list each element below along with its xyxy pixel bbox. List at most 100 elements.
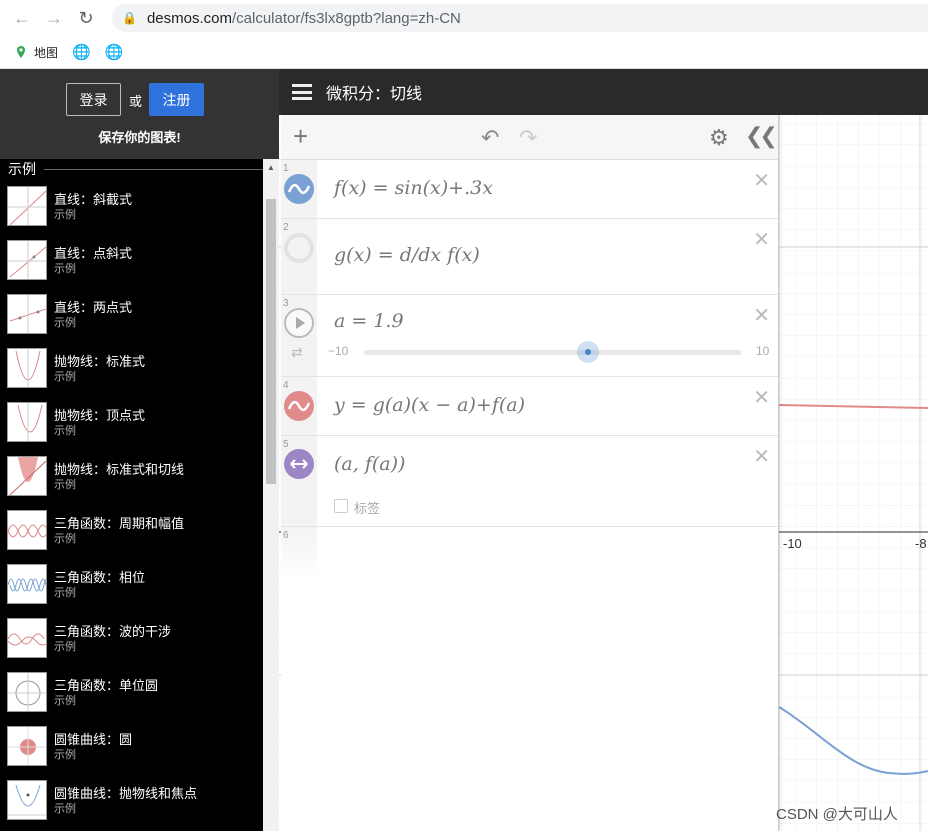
example-item[interactable]: 圆锥曲线：圆 示例 xyxy=(0,719,262,773)
expression-row[interactable]: 5 (a, f(a)) 标签 ✕ xyxy=(281,436,778,527)
expression-gutter: 4 xyxy=(281,377,317,435)
expression-list: + ↶ ↷ ⚙ ❮❮ 1 f(x) = sin(x)+.3x ✕ 2 g(x) … xyxy=(281,115,779,831)
add-item-icon[interactable]: + xyxy=(293,123,308,149)
graph-header: 微积分：切线 xyxy=(279,69,928,115)
example-title: 三角函数：周期和幅值 xyxy=(54,515,185,531)
url-host: desmos.com xyxy=(146,9,232,27)
bookmark-globe-2[interactable]: 🌐 xyxy=(105,43,124,61)
example-subtitle: 示例 xyxy=(54,802,76,815)
expression-latex[interactable]: f(x) = sin(x)+.3x xyxy=(334,177,493,199)
example-title: 抛物线：标准式 xyxy=(54,353,146,369)
scroll-up-icon[interactable]: ▲ xyxy=(267,163,275,172)
bookmarks-bar: 地图 🌐 🌐 xyxy=(0,36,928,69)
close-icon[interactable]: ✕ xyxy=(753,227,770,252)
loop-icon[interactable]: ⇄ xyxy=(291,344,303,361)
close-icon[interactable]: ✕ xyxy=(753,168,770,193)
slider-track[interactable] xyxy=(364,341,741,363)
example-item[interactable]: 三角函数：单位圆 示例 xyxy=(0,665,262,719)
auth-section: 登录 或 注册 保存你的图表! xyxy=(0,69,279,159)
expression-row[interactable]: 3 ⇄ a = 1.9 −10 10 ✕ xyxy=(281,295,778,377)
example-item[interactable]: 直线：两点式 示例 xyxy=(0,287,262,341)
collapse-panel-icon[interactable]: ❮❮ xyxy=(745,123,778,149)
example-thumbnail xyxy=(7,456,47,496)
expression-number: 1 xyxy=(283,163,289,174)
example-item[interactable]: 直线：斜截式 示例 xyxy=(0,179,262,233)
examples-heading-text: 示例 xyxy=(8,161,36,177)
expression-toolbar: + ↶ ↷ ⚙ ❮❮ xyxy=(281,115,778,160)
example-item[interactable]: 三角函数：波的干涉 示例 xyxy=(0,611,262,665)
back-arrow-icon[interactable]: ← xyxy=(6,2,38,34)
scrollbar-thumb[interactable] xyxy=(266,199,276,484)
example-title: 圆锥曲线：抛物线和焦点 xyxy=(54,785,198,801)
example-item[interactable]: 抛物线：标准式和切线 示例 xyxy=(0,449,262,503)
examples-list: 直线：斜截式 示例 直线：点斜式 示例 直线：两点式 示例 抛物线：标准式 示例 抛物线… xyxy=(0,179,262,827)
expression-number: 6 xyxy=(283,530,289,541)
expression-latex[interactable]: (a, f(a)) xyxy=(334,453,405,475)
example-subtitle: 示例 xyxy=(54,478,76,491)
slider-handle[interactable] xyxy=(577,341,600,363)
example-item[interactable]: 三角函数：周期和幅值 示例 xyxy=(0,503,262,557)
graph-title[interactable]: 微积分：切线 xyxy=(326,80,422,104)
slider-min[interactable]: −10 xyxy=(328,344,348,358)
example-thumbnail xyxy=(7,780,47,820)
close-icon[interactable]: ✕ xyxy=(753,303,770,328)
expression-latex[interactable]: g(x) = d/dx f(x) xyxy=(334,244,480,266)
example-thumbnail xyxy=(7,294,47,334)
slider-max[interactable]: 10 xyxy=(756,344,769,358)
maps-icon xyxy=(17,46,25,58)
close-icon[interactable]: ✕ xyxy=(753,444,770,469)
address-bar[interactable]: 🔒 desmos.com/calculator/fs3lx8gptb?lang=… xyxy=(112,4,928,32)
example-title: 三角函数：单位圆 xyxy=(54,677,159,693)
example-thumbnail xyxy=(7,564,47,604)
label-checkbox-text[interactable]: 标签 xyxy=(354,498,380,517)
example-thumbnail xyxy=(7,510,47,550)
save-prompt: 保存你的图表! xyxy=(98,130,181,145)
sidebar-scrollbar[interactable]: ▲ xyxy=(263,159,279,831)
expression-gutter: 6 xyxy=(281,527,317,579)
undo-icon[interactable]: ↶ xyxy=(481,125,499,151)
example-item[interactable]: 三角函数：相位 示例 xyxy=(0,557,262,611)
globe-icon: 🌐 xyxy=(72,44,91,61)
bookmark-maps[interactable]: 地图 xyxy=(14,44,58,61)
drag-arrows-icon[interactable] xyxy=(284,449,314,479)
browser-toolbar: ← → ↻ 🔒 desmos.com/calculator/fs3lx8gptb… xyxy=(0,0,928,36)
wave-icon[interactable] xyxy=(284,391,314,421)
example-thumbnail xyxy=(7,402,47,442)
example-item[interactable]: 抛物线：标准式 示例 xyxy=(0,341,262,395)
example-subtitle: 示例 xyxy=(54,262,76,275)
redo-icon[interactable]: ↷ xyxy=(519,125,537,151)
forward-arrow-icon[interactable]: → xyxy=(38,2,70,34)
expression-row[interactable]: 1 f(x) = sin(x)+.3x ✕ xyxy=(281,160,778,219)
example-subtitle: 示例 xyxy=(54,208,76,221)
example-subtitle: 示例 xyxy=(54,316,76,329)
or-text: 或 xyxy=(129,94,143,109)
hidden-toggle-icon[interactable] xyxy=(284,233,314,263)
example-subtitle: 示例 xyxy=(54,748,76,761)
expression-number: 4 xyxy=(283,380,289,391)
signup-button[interactable]: 注册 xyxy=(149,83,204,116)
expression-row[interactable]: 2 g(x) = d/dx f(x) ✕ xyxy=(281,219,778,295)
expression-gutter: 2 xyxy=(281,219,317,294)
example-thumbnail xyxy=(7,672,47,712)
expression-row-empty[interactable]: 6 xyxy=(281,527,778,579)
gear-icon[interactable]: ⚙ xyxy=(709,125,729,151)
example-thumbnail xyxy=(7,240,47,280)
wave-icon[interactable] xyxy=(284,174,314,204)
label-checkbox[interactable] xyxy=(334,499,348,513)
example-subtitle: 示例 xyxy=(54,532,76,545)
expression-latex[interactable]: y = g(a)(x − a)+f(a) xyxy=(334,394,525,416)
close-icon[interactable]: ✕ xyxy=(753,385,770,410)
example-item[interactable]: 圆锥曲线：抛物线和焦点 示例 xyxy=(0,773,262,827)
expression-row[interactable]: 4 y = g(a)(x − a)+f(a) ✕ xyxy=(281,377,778,436)
play-icon[interactable] xyxy=(284,308,314,338)
reload-icon[interactable]: ↻ xyxy=(70,2,102,34)
bookmark-label: 地图 xyxy=(34,45,59,60)
bookmark-globe-1[interactable]: 🌐 xyxy=(72,43,91,61)
hamburger-menu-icon[interactable] xyxy=(292,84,312,100)
x-tick-label: -10 xyxy=(783,536,802,551)
example-item[interactable]: 直线：点斜式 示例 xyxy=(0,233,262,287)
login-button[interactable]: 登录 xyxy=(66,83,121,116)
example-item[interactable]: 抛物线：顶点式 示例 xyxy=(0,395,262,449)
expression-latex[interactable]: a = 1.9 xyxy=(334,310,404,332)
watermark: CSDN @大可山人 xyxy=(776,806,898,823)
